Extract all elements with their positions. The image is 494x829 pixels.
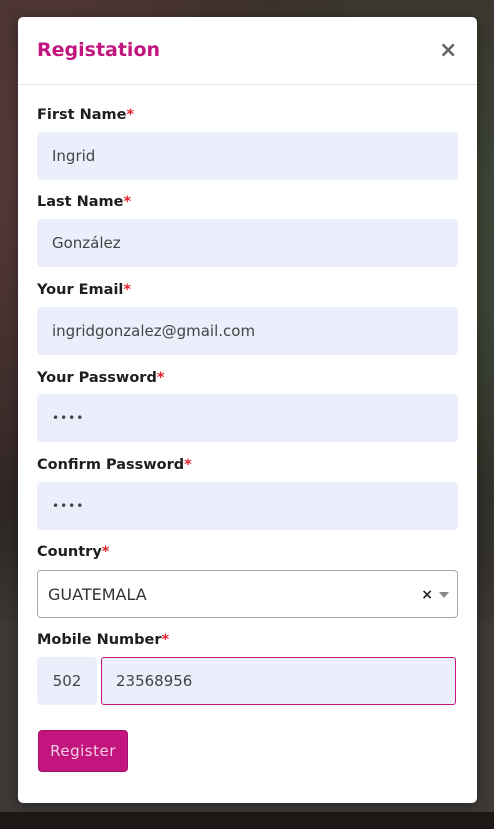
password-label-text: Your Password [37,370,157,386]
email-value: ingridgonzalez@gmail.com [52,322,256,340]
registration-modal: Registation × First Name* Ingrid Last Na… [18,17,477,803]
mobile-number-input[interactable]: 23568956 [101,657,456,705]
last-name-label: Last Name* [37,194,131,210]
clear-selection-icon[interactable]: × [421,587,433,603]
modal-header: Registation × [18,17,477,85]
required-marker: * [123,282,131,298]
last-name-input[interactable]: González [37,219,458,267]
first-name-value: Ingrid [52,147,96,165]
required-marker: * [101,544,110,560]
country-selected-value: GUATEMALA [48,584,147,604]
chevron-down-icon[interactable] [439,592,449,598]
required-marker: * [184,457,192,473]
email-label: Your Email* [37,282,131,298]
confirm-password-value: •••• [52,499,85,513]
country-label-text: Country [37,544,102,560]
mobile-number-label: Mobile Number* [37,632,169,648]
confirm-password-input[interactable]: •••• [37,482,458,530]
email-input[interactable]: ingridgonzalez@gmail.com [37,307,458,355]
country-select[interactable]: GUATEMALA × [37,570,458,618]
country-code-value: 502 [52,672,82,690]
confirm-password-label-text: Confirm Password [37,457,185,473]
register-button[interactable]: Register [38,730,128,772]
country-label: Country* [37,544,109,560]
first-name-input[interactable]: Ingrid [37,132,458,180]
password-input[interactable]: •••• [37,394,458,442]
required-marker: * [161,632,170,648]
last-name-value: González [52,234,121,252]
mobile-number-value: 23568956 [116,672,193,690]
confirm-password-label: Confirm Password* [37,457,192,473]
last-name-label-text: Last Name [37,194,124,210]
required-marker: * [123,194,132,210]
email-label-text: Your Email [37,282,124,298]
password-label: Your Password* [37,370,164,386]
first-name-label-text: First Name [37,107,127,123]
required-marker: * [126,107,135,123]
modal-title: Registation [37,39,161,61]
mobile-number-label-text: Mobile Number [37,632,162,648]
password-value: •••• [52,411,85,425]
country-code-field: 502 [37,657,97,705]
first-name-label: First Name* [37,107,134,123]
required-marker: * [156,370,165,386]
backdrop-bottom [0,812,494,829]
close-icon[interactable]: × [439,40,457,62]
